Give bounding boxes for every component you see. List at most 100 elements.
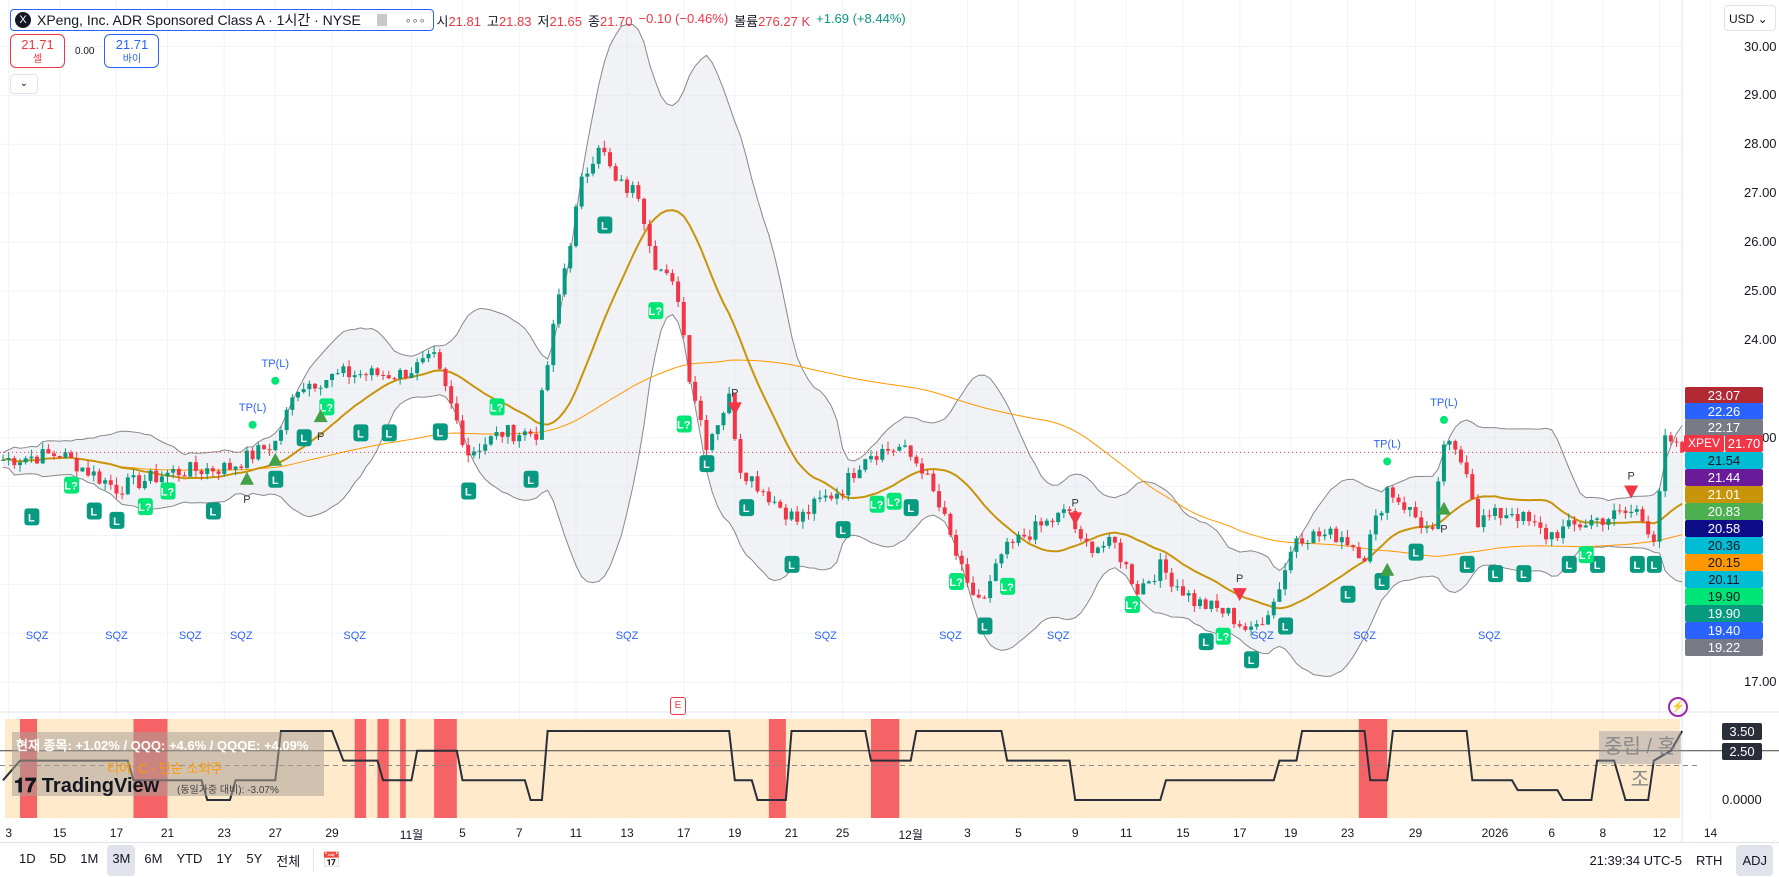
marker-label: L? [870,500,884,512]
candle-body [545,365,550,391]
candle-body [613,166,618,181]
marker-long-tentative: L? [1124,595,1140,613]
range-6M[interactable]: 6M [139,845,167,876]
range-5Y[interactable]: 5Y [241,845,267,876]
marker-label: L [113,516,120,528]
candle-body [993,563,998,582]
candle-body [120,493,125,495]
candle-body [755,476,760,492]
time-tick: 13 [620,826,634,840]
marker-label: L? [64,481,78,493]
marker-label: L [1492,569,1499,581]
date-range-icon[interactable]: 📅 [322,851,341,869]
candle-body [829,495,834,499]
candle-body [415,362,420,374]
earnings-icon[interactable]: E [670,697,686,715]
candle-body [1458,449,1463,463]
candle-body [171,468,176,473]
lightning-icon[interactable]: ⚡ [1668,697,1688,717]
price-scale-label: 19.22 [1685,639,1763,656]
marker-long: L [1646,555,1662,573]
candle-body [766,491,771,503]
candle-body [324,380,329,388]
candle-body [1663,435,1668,492]
range-1M[interactable]: 1M [75,845,103,876]
session-toggle[interactable]: RTH [1696,853,1722,868]
candle-body [1566,520,1571,527]
buy-button[interactable]: 21.71 바이 [104,34,160,68]
tp-dot [271,376,280,385]
candle-body [426,353,431,359]
open-value: 21.81 [448,13,481,29]
candle-body [636,185,641,199]
candle-body [693,381,698,401]
candle-body [205,468,210,475]
indicator-label-2-50: 2.50 [1722,743,1762,760]
volume-label: 볼륨 [734,13,759,29]
currency-selector[interactable]: USD ⌄ [1724,5,1776,31]
candle-body [1112,536,1117,543]
time-tick: 21 [160,826,175,840]
candle-body [1010,541,1015,543]
alert-band [768,719,786,818]
candle-body [313,383,318,389]
alert-band [400,719,406,818]
candle-body [744,472,749,482]
candle-body [347,366,352,378]
range-3M[interactable]: 3M [107,844,136,876]
sell-button[interactable]: 21.71 셀 [10,34,65,68]
time-tick: 2026 [1481,826,1509,840]
spread-value: 0.00 [75,45,95,57]
signal-text: P [243,494,250,506]
flag-icon[interactable] [376,14,387,26]
more-options-icon[interactable]: ∘∘∘ [405,14,426,27]
candle-body [1022,534,1027,537]
price-chart[interactable]: L LLLLL L L LLLLLLLLLLLLLLLLLL LL L L LL?L?L?L? L… [0,0,1779,842]
candle-body [131,475,136,478]
symbol-title-box[interactable]: X XPeng, Inc. ADR Sponsored Class A · 1시… [10,9,435,31]
marker-label: L [527,475,534,487]
xpeng-logo-icon: X [15,12,31,28]
sell-label: 셀 [32,54,43,65]
marker-label: L [1594,560,1601,572]
candle-body [1424,527,1429,529]
legend-header: X XPeng, Inc. ADR Sponsored Class A · 1시… [10,9,906,31]
tradingview-logo[interactable]: 𝟏𝟕 TradingView [14,775,159,798]
candle-body [1254,624,1259,627]
candle-body [1186,593,1191,596]
candle-body [1373,515,1378,535]
alert-band [354,719,367,818]
clock[interactable]: 21:39:34 UTC-5 [1589,853,1682,868]
range-1D[interactable]: 1D [14,845,41,876]
range-5D[interactable]: 5D [45,845,72,876]
candle-body [602,147,607,153]
adjust-toggle[interactable]: ADJ [1736,844,1773,876]
candle-body [233,466,238,470]
candle-body [1470,474,1475,499]
time-tick: 19 [1284,826,1298,840]
candle-body [494,432,499,437]
close-label: 종 [588,13,600,29]
candle-body [1056,512,1061,523]
candle-body [534,433,539,440]
marker-label: L [465,487,472,499]
time-tick: 17 [109,826,124,840]
relative-performance-text: 현재 종목: +1.02% / QQQ: +4.6% / QQQE: +4.09… [16,738,309,753]
candle-body [86,467,91,476]
candle-body [908,445,913,457]
range-1Y[interactable]: 1Y [211,845,237,876]
marker-long-tentative: L? [869,495,885,513]
candle-body [1487,515,1492,517]
marker-long-tentative: L? [137,498,153,516]
range-전체[interactable]: 전체 [271,845,305,876]
collapse-legend-button[interactable]: ⌄ [10,74,38,94]
time-tick: 25 [835,826,850,840]
candle-body [182,475,187,477]
range-YTD[interactable]: YTD [171,845,207,876]
time-tick: 7 [515,826,523,840]
marker-long: L [1459,555,1475,573]
candle-body [897,446,902,451]
marker-long: L [86,502,102,520]
squeeze-label: SQZ [343,630,367,642]
candle-body [443,368,448,387]
